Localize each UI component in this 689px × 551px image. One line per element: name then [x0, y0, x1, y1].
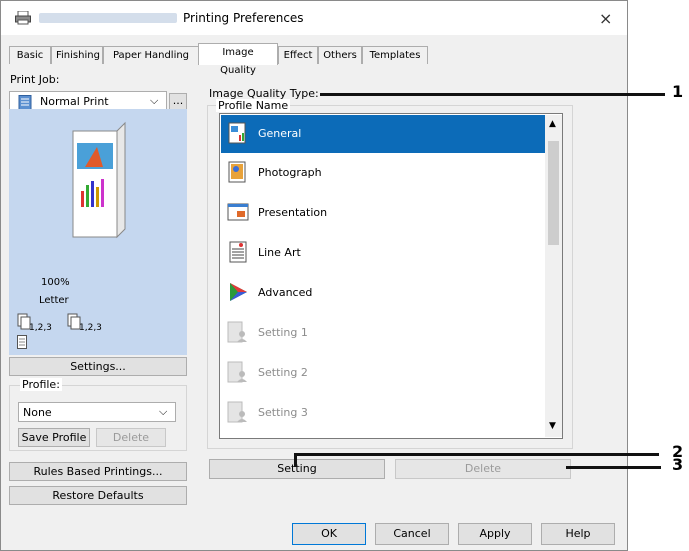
custom-setting-icon [227, 361, 247, 383]
document-preview-icon [72, 121, 126, 239]
callout-number-3: 3 [672, 455, 684, 474]
list-item-line-art[interactable]: Line Art [221, 234, 545, 272]
tab-paper-handling[interactable]: Paper Handling [103, 46, 199, 64]
callout-line-3 [566, 466, 661, 469]
zoom-value: 100% [41, 277, 70, 288]
close-button[interactable]: × [599, 9, 612, 28]
profile-value: None [23, 406, 52, 419]
single-page-icon [17, 335, 27, 349]
line-art-icon [229, 241, 247, 263]
list-item-photograph[interactable]: Photograph [221, 154, 545, 192]
custom-setting-icon [227, 321, 247, 343]
profile-label: Profile: [20, 378, 62, 391]
list-item-setting-3[interactable]: Setting 3 [221, 394, 545, 432]
paper-size-value: Letter [39, 295, 69, 306]
photograph-icon [228, 161, 246, 183]
tab-effect[interactable]: Effect [278, 46, 318, 64]
list-item-setting-1[interactable]: Setting 1 [221, 314, 545, 352]
list-item-label: Photograph [258, 166, 322, 179]
advanced-icon [230, 283, 247, 301]
image-quality-list[interactable]: General Photograph Presentation Line Art [219, 113, 563, 439]
profile-name-label: Profile Name [216, 99, 291, 112]
settings-button[interactable]: Settings... [9, 357, 187, 376]
list-scrollbar[interactable]: ▲ ▼ [545, 115, 562, 437]
printer-name-blurred [39, 13, 177, 23]
list-item-label: Line Art [258, 246, 301, 259]
title-bar: Printing Preferences × [1, 1, 627, 35]
cancel-button[interactable]: Cancel [375, 523, 449, 545]
list-item-label: Setting 3 [258, 406, 308, 419]
chevron-down-icon: ⌵ [159, 405, 168, 418]
tab-finishing[interactable]: Finishing [51, 46, 103, 64]
list-item-presentation[interactable]: Presentation [221, 194, 545, 232]
tab-others[interactable]: Others [318, 46, 362, 64]
list-item-label: Presentation [258, 206, 328, 219]
profile-group: Profile: None ⌵ Save Profile Delete [9, 378, 187, 451]
restore-defaults-button[interactable]: Restore Defaults [9, 486, 187, 505]
collate-order-a: 1,2,3 [29, 323, 52, 333]
chevron-down-icon: ⌵ [150, 94, 159, 107]
setting-button[interactable]: Setting [209, 459, 385, 479]
rules-based-printings-button[interactable]: Rules Based Printings... [9, 462, 187, 481]
list-item-label: Setting 1 [258, 326, 308, 339]
list-item-label: Advanced [258, 286, 313, 299]
callout-line-2-drop [294, 453, 297, 467]
printing-preferences-window: Printing Preferences × Basic Finishing P… [0, 0, 628, 551]
list-item-label: General [258, 127, 302, 140]
tab-templates[interactable]: Templates [362, 46, 428, 64]
tab-basic[interactable]: Basic [9, 46, 51, 64]
printer-icon [15, 11, 31, 25]
callout-line-2 [294, 453, 659, 456]
list-item-general[interactable]: General [221, 115, 545, 153]
general-icon [228, 122, 246, 144]
custom-setting-icon [227, 401, 247, 423]
help-button[interactable]: Help [541, 523, 615, 545]
document-icon [18, 95, 32, 110]
window-title: Printing Preferences [183, 11, 304, 25]
profile-select[interactable]: None ⌵ [18, 402, 176, 422]
delete-setting-button[interactable]: Delete [395, 459, 571, 479]
callout-number-1: 1 [672, 82, 684, 101]
list-item-label: Setting 2 [258, 366, 308, 379]
scrollbar-thumb[interactable] [548, 141, 559, 245]
list-item-setting-2[interactable]: Setting 2 [221, 354, 545, 392]
scroll-down-icon[interactable]: ▼ [549, 421, 556, 431]
callout-line-1 [320, 93, 665, 96]
list-item-advanced[interactable]: Advanced [221, 274, 545, 312]
apply-button[interactable]: Apply [458, 523, 532, 545]
tab-image-quality[interactable]: Image Quality [198, 43, 278, 76]
collate-order-b: 1,2,3 [79, 323, 102, 333]
scroll-up-icon[interactable]: ▲ [549, 119, 556, 129]
print-job-label: Print Job: [10, 73, 60, 86]
presentation-icon [227, 203, 249, 221]
save-profile-button[interactable]: Save Profile [18, 428, 90, 447]
ok-button[interactable]: OK [292, 523, 366, 545]
delete-profile-button[interactable]: Delete [96, 428, 166, 447]
page-preview: 100% Letter 1,2,3 1,2,3 [9, 109, 187, 355]
print-job-value: Normal Print [40, 95, 109, 108]
